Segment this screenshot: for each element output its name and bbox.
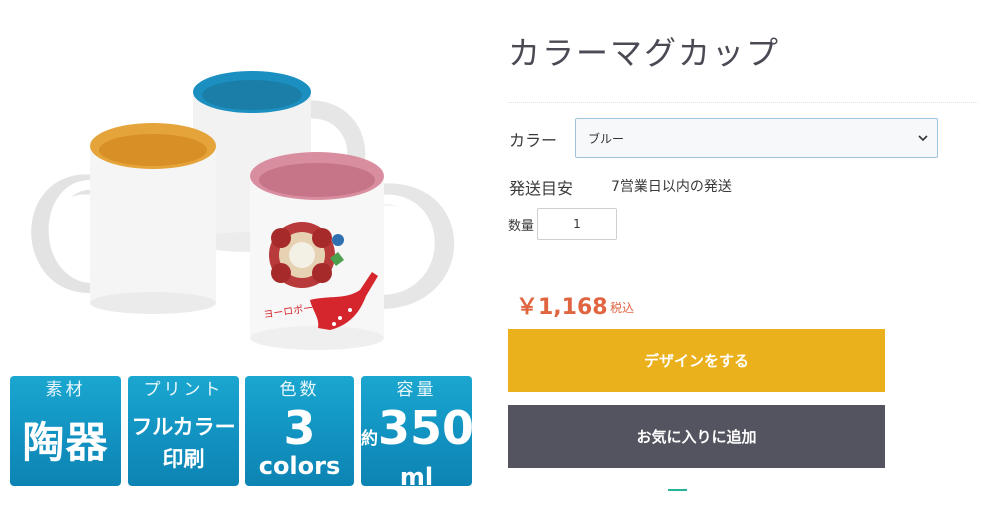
price: ￥1,168 <box>516 295 608 320</box>
pink-mug: ヨーロポート <box>250 152 455 350</box>
print-value-line1: フルカラー <box>131 415 236 439</box>
capacity-unit: ml <box>399 463 434 486</box>
colors-unit: colors <box>258 452 341 480</box>
print-value-line2: 印刷 <box>162 447 205 471</box>
color-label: カラー <box>509 131 558 150</box>
material-label: 素材 <box>45 380 86 400</box>
print-label: プリント <box>143 380 224 400</box>
material-value: 陶器 <box>22 418 109 467</box>
yellow-mug <box>31 123 216 314</box>
color-select[interactable]: ブルー <box>575 118 938 158</box>
accent-line <box>668 489 687 491</box>
shipping-label: 発送目安 <box>509 179 574 198</box>
material-badge: 素材 陶器 <box>10 376 121 486</box>
color-select-value: ブルー <box>588 131 625 146</box>
chevron-down-icon <box>918 135 928 142</box>
capacity-number: 350 <box>378 401 472 455</box>
colors-badge: 色数 3 colors <box>245 376 354 486</box>
spec-badges: 素材 陶器 プリント フルカラー 印刷 色数 3 colors 容量 約350 … <box>10 376 472 486</box>
print-badge: プリント フルカラー 印刷 <box>128 376 239 486</box>
add-to-favorites-button[interactable]: お気に入りに追加 <box>508 405 885 468</box>
colors-label: 色数 <box>279 380 320 400</box>
capacity-badge: 容量 約350 ml <box>361 376 472 486</box>
tax-note: 税込 <box>610 301 635 315</box>
design-button[interactable]: デザインをする <box>508 329 885 392</box>
title-divider <box>508 102 978 103</box>
quantity-input[interactable]: 1 <box>537 208 617 240</box>
product-title: カラーマグカップ <box>508 34 781 72</box>
mug-illustration: ヨーロポート <box>31 71 455 350</box>
colors-number: 3 <box>283 401 316 455</box>
product-image: ヨーロポート <box>0 0 480 372</box>
capacity-prefix: 約 <box>361 429 378 449</box>
capacity-label: 容量 <box>396 380 437 400</box>
shipping-value: 7営業日以内の発送 <box>611 179 732 195</box>
quantity-label: 数量 <box>508 219 535 234</box>
